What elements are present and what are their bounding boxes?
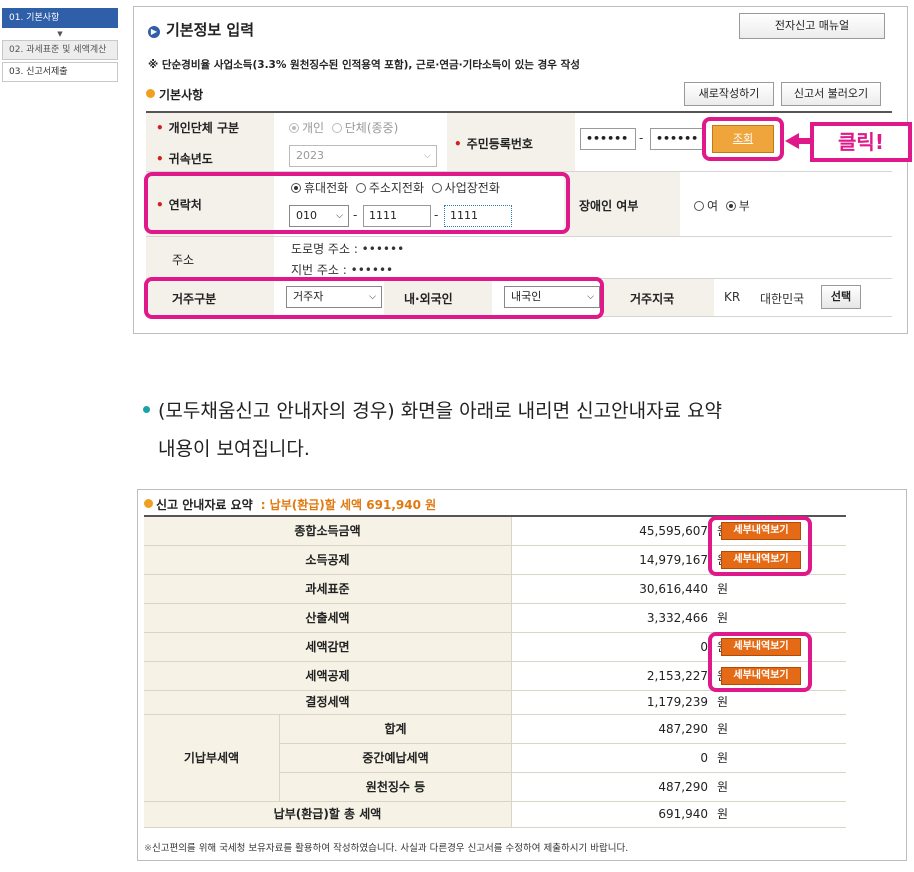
row-label: 납부(환급)할 총 세액 [144, 802, 512, 827]
step-nav: 01. 기본사항 ▼ 02. 과세표준 및 세액계산 03. 신고서제출 [2, 8, 118, 84]
table-row: 납부(환급)할 총 세액 691,940 원 [144, 802, 846, 828]
row-value: 14,979,167 [639, 553, 708, 567]
lot-address: 지번 주소 : •••••• [291, 263, 394, 277]
won-unit: 원 [716, 722, 728, 736]
row-value: 487,290 [658, 780, 708, 794]
section-title: 기본사항 [146, 86, 203, 103]
road-address: 도로명 주소 : •••••• [291, 242, 405, 256]
arrow-circle-icon: ▶ [148, 26, 160, 38]
form-title: ▶ 기본정보 입력 [148, 19, 254, 40]
step-tax-calc[interactable]: 02. 과세표준 및 세액계산 [2, 40, 118, 60]
summary-panel: 신고 안내자료 요약: 납부(환급)할 세액 691,940 원 종합소득금액 4… [137, 489, 907, 861]
disability-radio-group: 여 부 [694, 197, 750, 214]
instruction-line-2: 내용이 보여집니다. [158, 438, 310, 460]
row-label: 결정세액 [144, 691, 512, 714]
disability-yes-radio[interactable] [694, 201, 704, 211]
won-unit: 원 [716, 611, 728, 625]
address-label: 주소 [172, 253, 195, 267]
row-value: 0 [700, 640, 708, 654]
rrn-back-input[interactable]: •••••• [650, 128, 706, 150]
country-code: KR [724, 290, 741, 304]
won-unit: 원 [716, 807, 728, 821]
note-mark: ※ [144, 843, 152, 854]
entity-label: • 개인단체 구분 [156, 121, 240, 135]
row-value: 2,153,227 [646, 669, 708, 683]
orange-dot-icon [144, 499, 153, 508]
row-value: 3,332,466 [646, 611, 708, 625]
table-row: 중간예납세액 0 원 [280, 744, 846, 773]
row-value: 30,616,440 [639, 582, 708, 596]
row-label: 세액공제 [144, 662, 512, 690]
row-value: 691,940 [658, 807, 708, 821]
detail-highlight-top [708, 516, 812, 576]
table-row: 합계 487,290 원 [280, 715, 846, 744]
disability-no-radio[interactable] [725, 201, 736, 211]
row-label: 합계 [280, 715, 512, 743]
step-basic-info[interactable]: 01. 기본사항 [2, 8, 118, 28]
won-unit: 원 [716, 695, 728, 709]
lookup-highlight [702, 117, 784, 161]
form-notice: ※ 단순경비율 사업소득(3.3% 원천징수된 인적용역 포함), 근로·연금·… [148, 59, 580, 71]
new-write-button[interactable]: 새로작성하기 [684, 82, 774, 106]
bullet-dot-icon [143, 406, 150, 413]
rrn-dash: - [639, 131, 644, 145]
won-unit: 원 [716, 582, 728, 596]
row-label: 종합소득금액 [144, 517, 512, 545]
row-label: 원천징수 등 [280, 773, 512, 801]
instruction-line-1: (모두채움신고 안내자의 경우) 화면을 아래로 내리면 신고안내자료 요약 [143, 392, 913, 430]
table-row: 과세표준 30,616,440 원 [144, 575, 846, 604]
row-label: 소득공제 [144, 546, 512, 574]
entity-individual-radio[interactable] [289, 123, 299, 133]
country-name: 대한민국 [760, 292, 805, 306]
contact-highlight [144, 172, 570, 234]
country-label: 거주지국 [630, 292, 675, 306]
row-value: 487,290 [658, 722, 708, 736]
step-down-arrow-icon: ▼ [57, 30, 63, 38]
chevron-down-icon: ⌵ [424, 151, 431, 161]
step-submit[interactable]: 03. 신고서제출 [2, 62, 118, 82]
row-value: 0 [700, 751, 708, 765]
row-value: 1,179,239 [646, 695, 708, 709]
prepaid-tax-label: 기납부세액 [144, 715, 280, 802]
manual-button[interactable]: 전자신고 매뉴얼 [739, 13, 885, 39]
detail-highlight-bottom [708, 632, 812, 692]
entity-group-radio[interactable] [331, 123, 342, 133]
instruction-text: (모두채움신고 안내자의 경우) 화면을 아래로 내리면 신고안내자료 요약 내… [143, 392, 913, 468]
disability-label: 장애인 여부 [579, 199, 639, 213]
residence-highlight [144, 277, 604, 319]
row-divider [146, 236, 892, 237]
summary-footnote: ※신고편의를 위해 국세청 보유자료를 활용하여 작성하였습니다. 사실과 다른… [144, 843, 629, 854]
entity-radio-group: 개인 단체(종중) [289, 119, 398, 136]
row-label: 중간예납세액 [280, 744, 512, 772]
click-callout: 클릭! [810, 122, 912, 162]
row-label: 과세표준 [144, 575, 512, 603]
won-unit: 원 [716, 780, 728, 794]
rrn-label: • 주민등록번호 [454, 137, 533, 151]
rrn-front-input[interactable]: •••••• [580, 128, 636, 150]
summary-title: 신고 안내자료 요약: 납부(환급)할 세액 691,940 원 [144, 496, 436, 513]
table-row: 산출세액 3,332,466 원 [144, 604, 846, 633]
country-select-button[interactable]: 선택 [821, 285, 861, 309]
table-row: 원천징수 등 487,290 원 [280, 773, 846, 802]
row-label: 산출세액 [144, 604, 512, 632]
won-unit: 원 [716, 751, 728, 765]
summary-headline: : 납부(환급)할 세액 691,940 원 [260, 498, 437, 512]
basic-info-panel: ▶ 기본정보 입력 전자신고 매뉴얼 ※ 단순경비율 사업소득(3.3% 원천징수… [133, 6, 912, 334]
row-label: 세액감면 [144, 633, 512, 661]
label-bg [146, 236, 274, 278]
load-return-button[interactable]: 신고서 불러오기 [781, 82, 881, 106]
callout-arrow-icon [785, 133, 799, 149]
row-value: 45,595,607 [639, 524, 708, 538]
year-select[interactable]: 2023 ⌵ [289, 145, 437, 167]
orange-dot-icon [146, 89, 155, 98]
table-row: 결정세액 1,179,239 원 [144, 691, 846, 715]
year-label: • 귀속년도 [156, 152, 213, 166]
